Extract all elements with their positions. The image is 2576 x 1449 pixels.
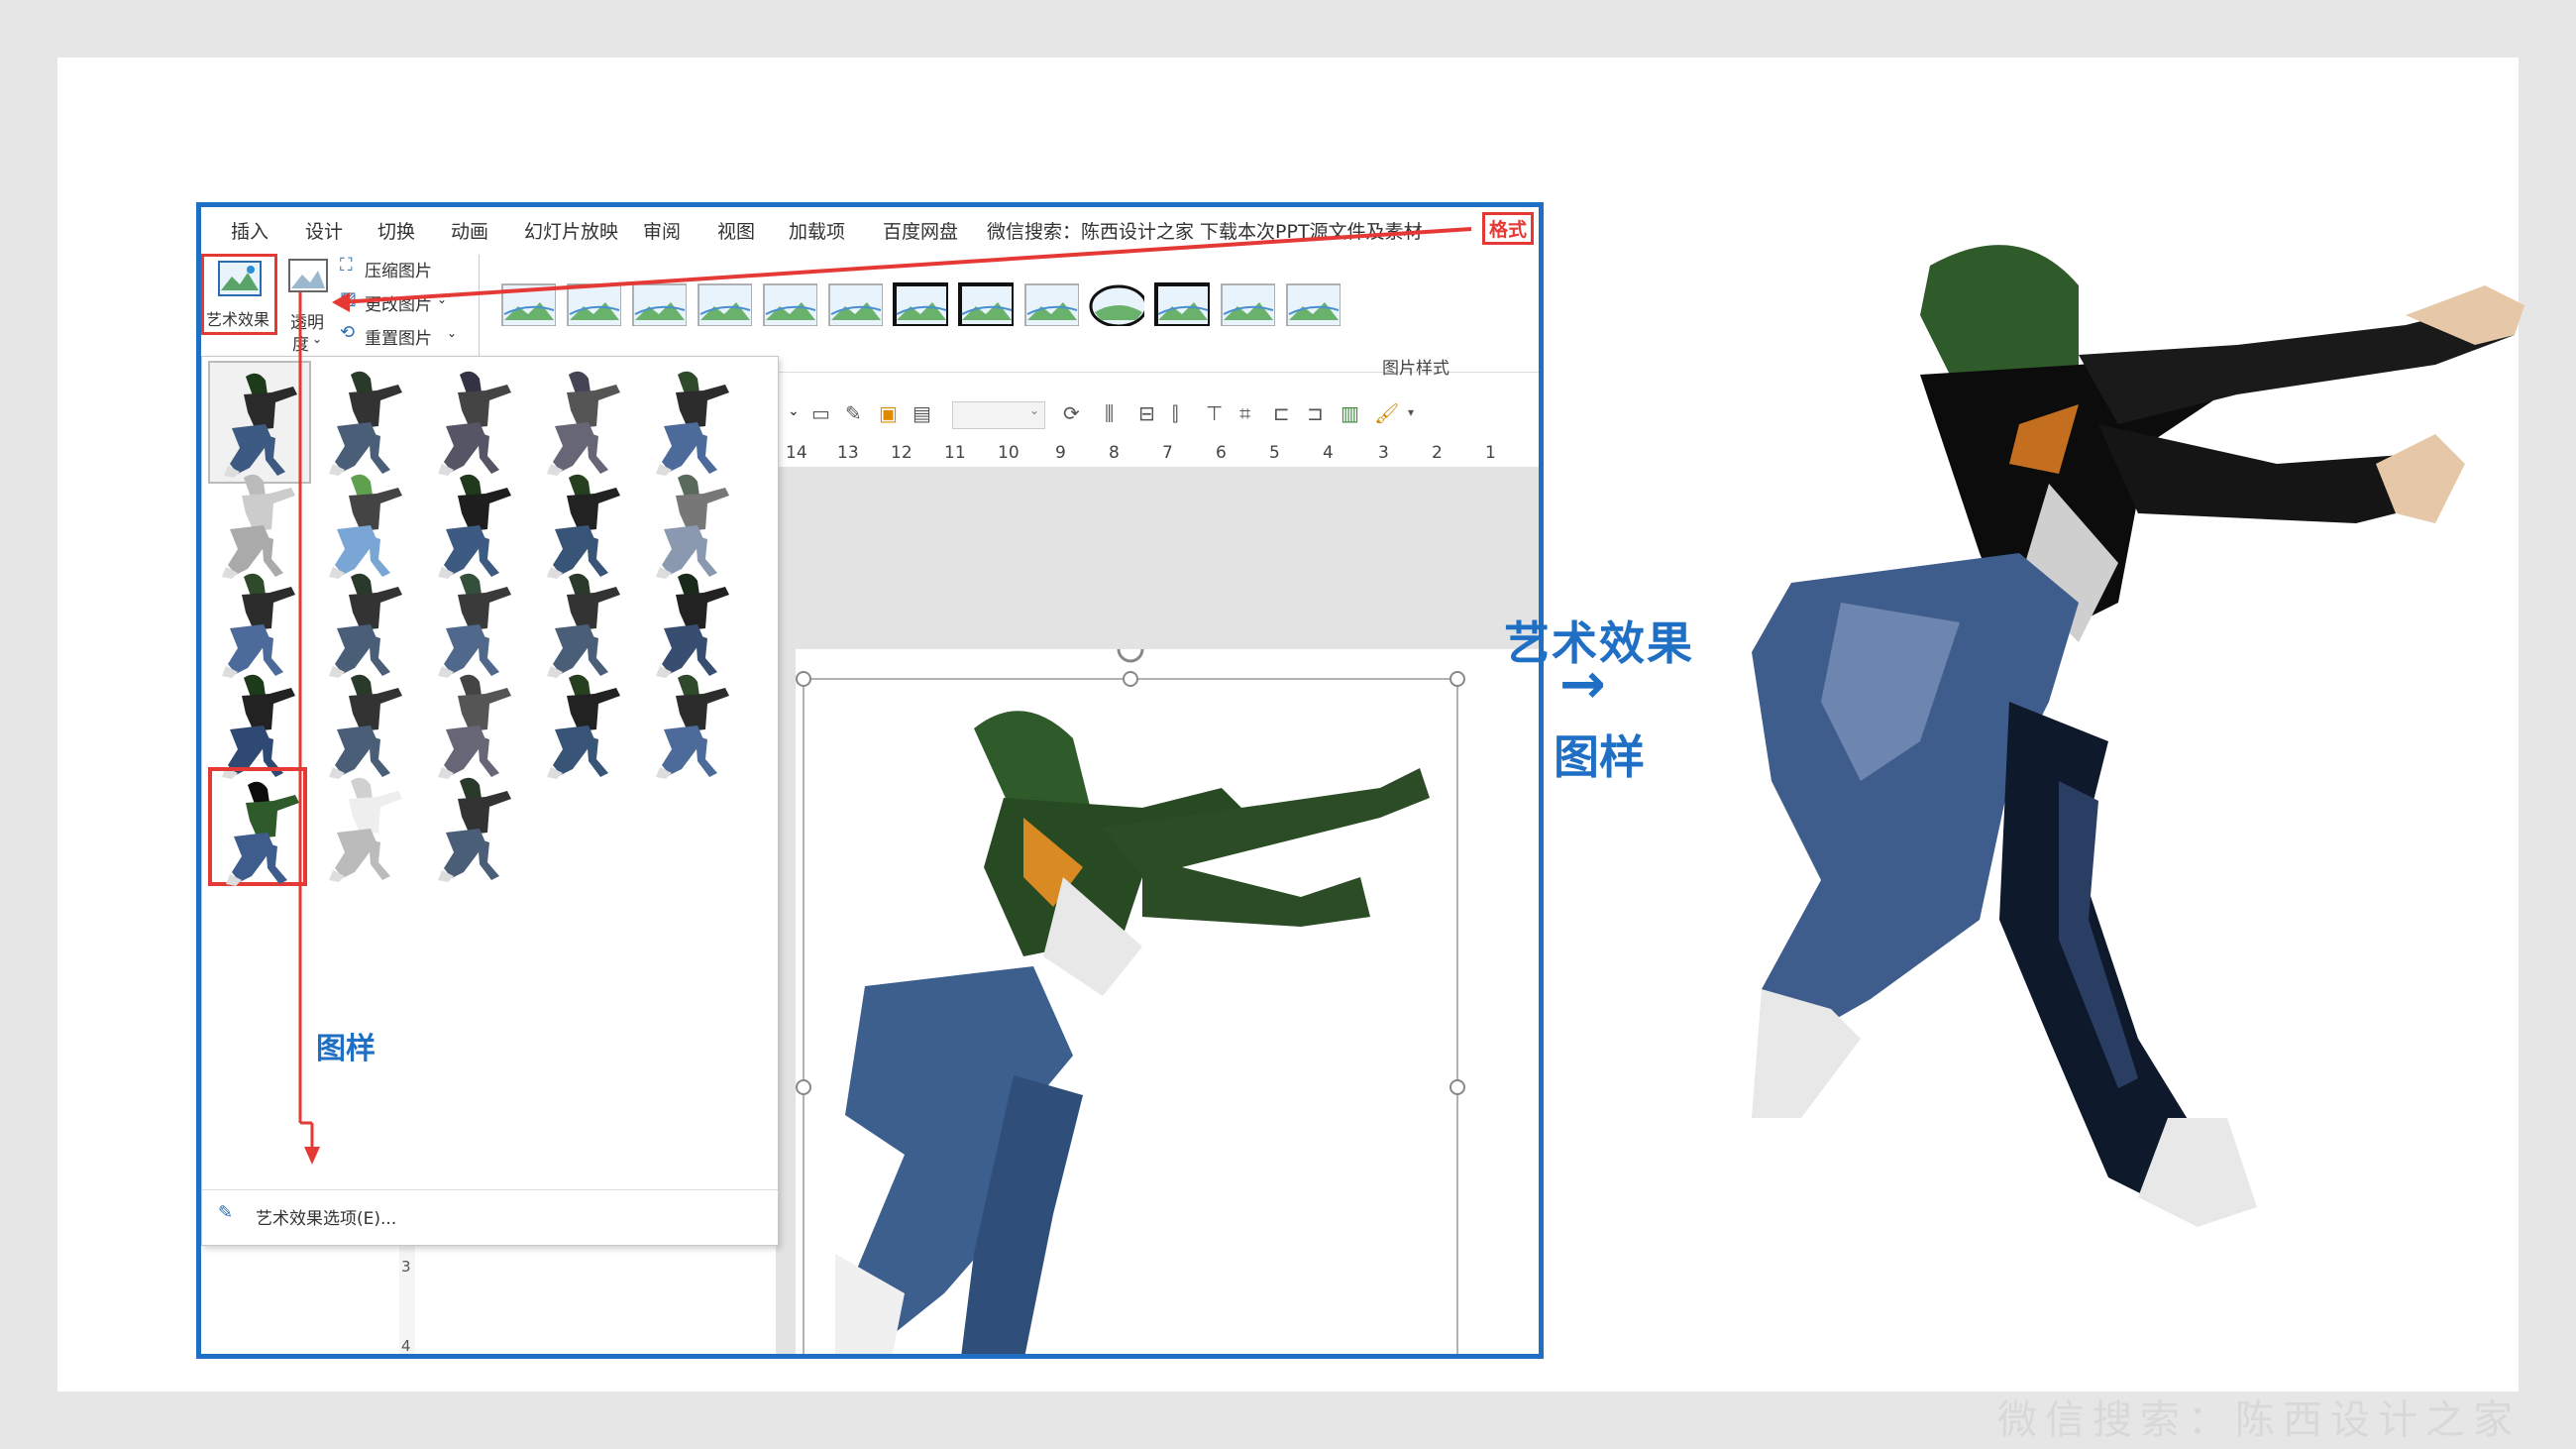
arrow-right-icon: → bbox=[1559, 652, 1606, 717]
annotation-arrows bbox=[298, 227, 1472, 1165]
result-picture bbox=[1752, 245, 2524, 1227]
selected-effect-label: 图样 bbox=[316, 1032, 376, 1066]
watermark: 微信搜索：陈西设计之家 bbox=[1997, 1397, 2521, 1443]
annotation-subtitle: 图样 bbox=[1554, 730, 1645, 784]
powerpoint-window: 插入 设计 切换 动画 幻灯片放映 审阅 视图 加载项 百度网盘 微信搜索：陈西… bbox=[196, 202, 1544, 1359]
slide: 插入 设计 切换 动画 幻灯片放映 审阅 视图 加载项 百度网盘 微信搜索：陈西… bbox=[57, 57, 2524, 1392]
